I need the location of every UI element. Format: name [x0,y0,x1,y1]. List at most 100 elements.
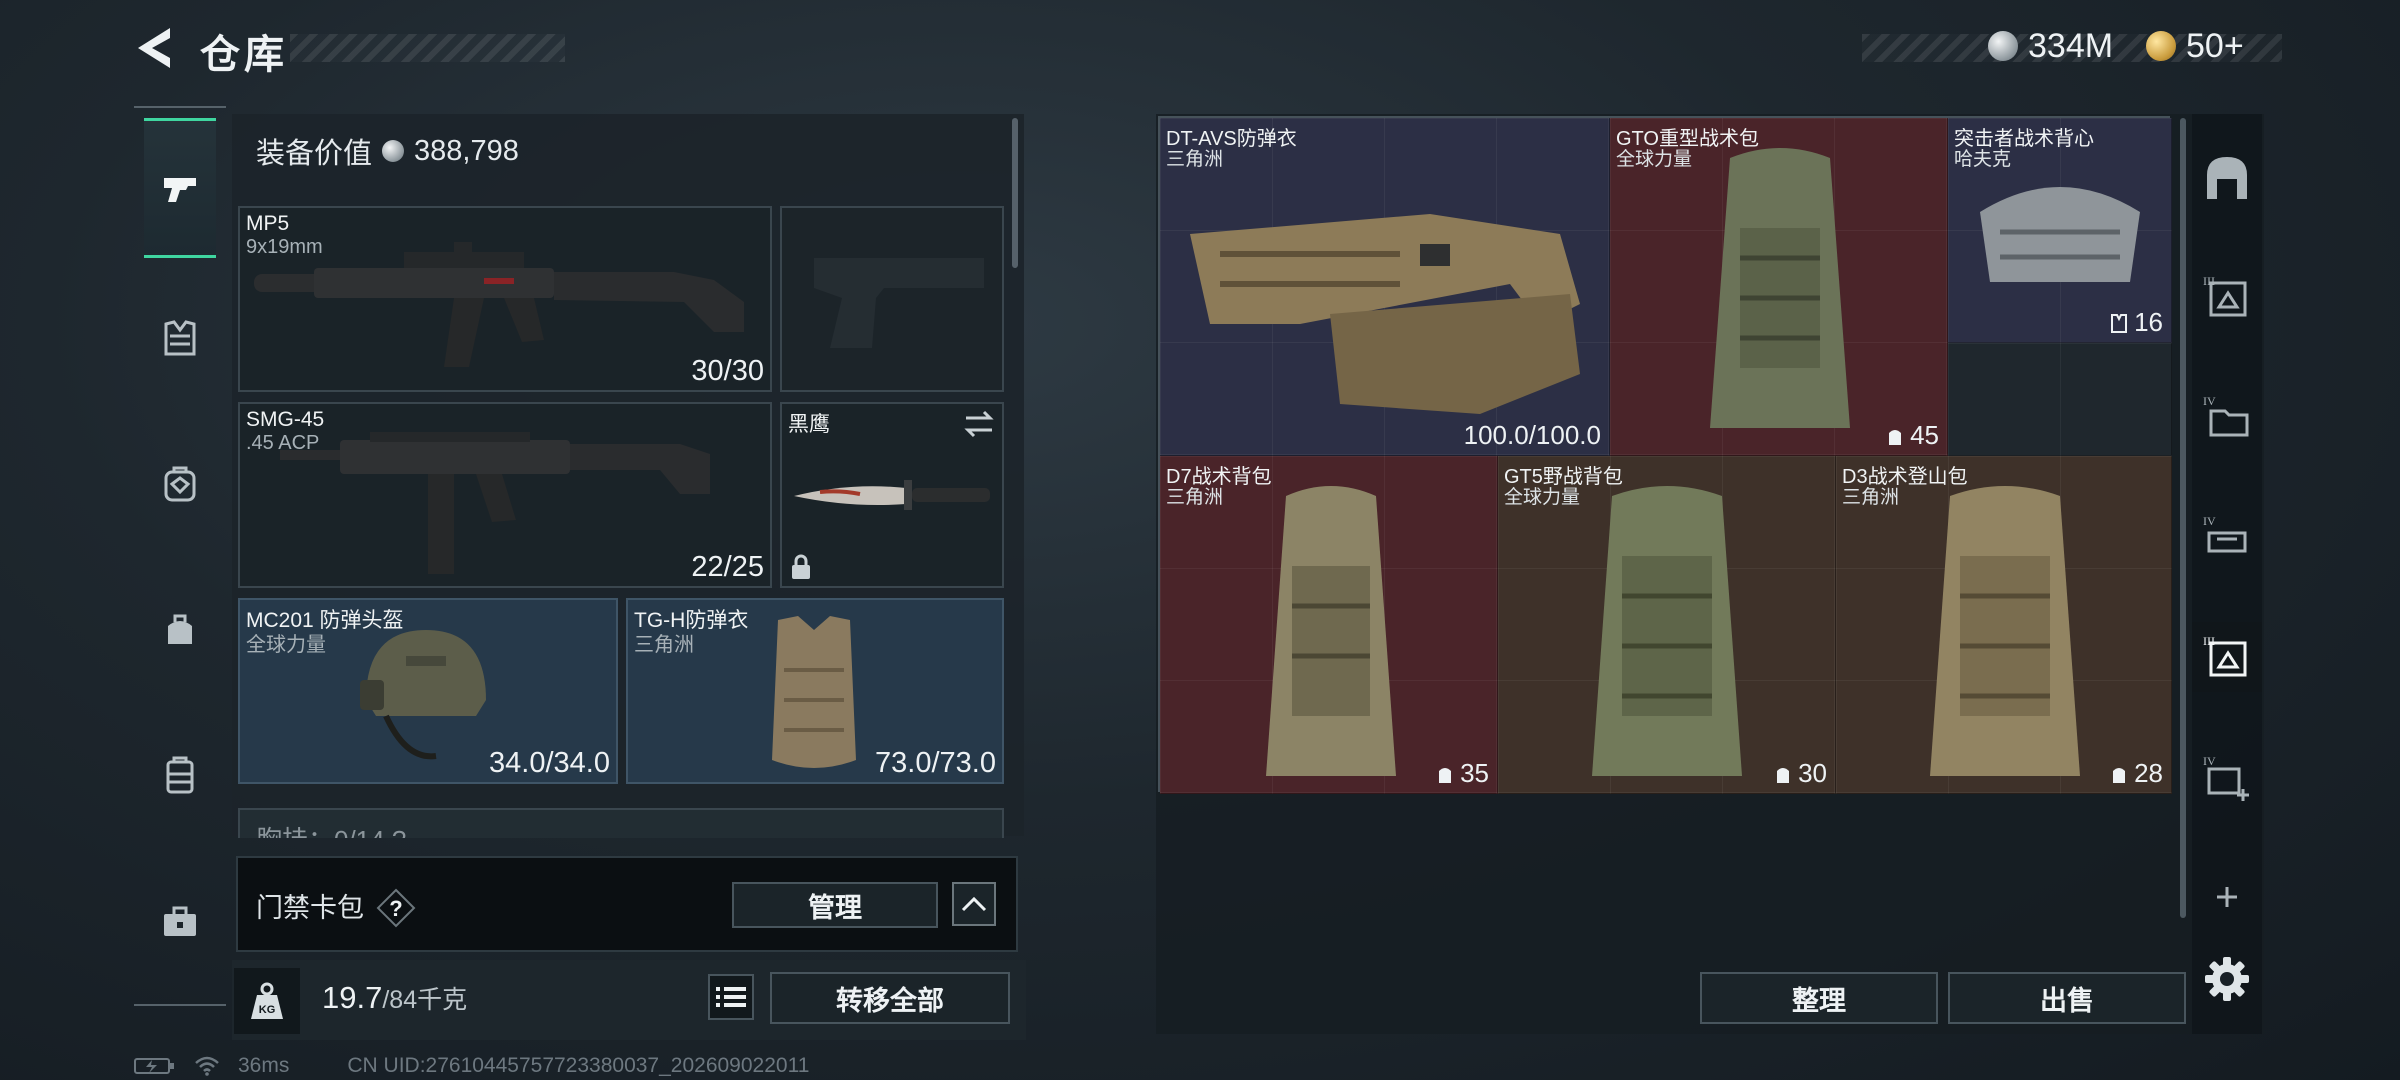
tier-IV-icon: IV [2203,394,2249,437]
backpack-item-icon [1266,486,1396,776]
svg-text:?: ? [389,896,402,921]
stash-empty-cell[interactable] [1948,343,2172,456]
gold-currency[interactable]: 50+ [2146,26,2244,66]
item-brand: 三角洲 [1166,149,1224,170]
nav-bag[interactable] [144,594,216,666]
chevron-up-icon [961,896,987,912]
stash-tab-2[interactable]: IV [2192,382,2262,452]
item-capacity: 30 [1774,758,1827,789]
list-icon [716,987,746,1007]
transfer-all-button[interactable]: 转移全部 [770,972,1010,1024]
stash-item-d3-backpack[interactable]: D3战术登山包 三角洲 28 [1836,456,2172,794]
silver-amount: 334M [2028,26,2114,65]
keycard-wallet-label: 门禁卡包 [256,893,364,923]
secondary-weapon-slot[interactable]: SMG-45 .45 ACP 22/25 [238,402,772,588]
sort-button[interactable]: 整理 [1700,972,1938,1024]
list-view-button[interactable] [708,974,754,1020]
capacity-backpack-icon [1777,767,1790,783]
ping: 36ms [238,1054,290,1077]
stash-tab-all[interactable] [2192,142,2262,212]
item-brand: 全球力量 [1616,149,1693,170]
slot-brand: 全球力量 [246,634,326,656]
sell-button[interactable]: 出售 [1948,972,2186,1024]
add-icon [2217,887,2237,907]
backpack-icon [164,466,196,502]
nav-backpack[interactable] [144,448,216,520]
manage-button[interactable]: 管理 [732,882,938,928]
settings-button[interactable] [2192,944,2262,1014]
tier-II-icon [2207,157,2247,199]
body-armor-slot[interactable]: TG-H防弹衣 三角洲 73.0/73.0 [626,598,1004,784]
backpack-item-icon [1710,148,1850,428]
melee-slot[interactable]: 黑鹰 [780,402,1004,588]
nav-weapons[interactable] [144,118,216,258]
svg-text:IV: IV [2203,394,2216,408]
armor-vest-icon [1190,214,1580,414]
stash-tab-3[interactable]: IV [2192,502,2262,572]
tier-III-icon: III [2203,274,2247,317]
item-brand: 全球力量 [1504,487,1581,508]
svg-text:IV: IV [2203,514,2216,528]
item-capacity: 35 [1436,758,1489,789]
durability: 34.0/34.0 [489,747,610,779]
item-brand: 三角洲 [1166,487,1224,508]
knife-icon [794,480,990,510]
equipment-value: 装备价值 388,798 [256,130,519,172]
slot-brand: 三角洲 [634,634,694,656]
weight-max: /84千克 [382,986,468,1014]
collapse-button[interactable] [952,882,996,926]
gold-amount: 50+ [2186,26,2244,65]
helmet-slot[interactable]: MC201 防弹头盔 全球力量 34.0/34.0 [238,598,618,784]
chest-rig-slot[interactable]: 胸挂：0/14 ? [238,808,1004,838]
svg-text:IV: IV [2203,754,2216,768]
pistol-icon [164,178,196,202]
swap-icon[interactable] [962,410,996,438]
svg-text:III: III [2203,634,2215,648]
stash-item-d7-backpack[interactable]: D7战术背包 三角洲 35 [1160,456,1498,794]
silver-coin-icon [382,140,405,162]
loadout-scrollbar[interactable] [1012,118,1018,268]
gold-coin-icon [2146,31,2176,61]
uid-text: CN UID:27610445757723380037_202609022011 [347,1054,810,1077]
item-capacity: 45 [1886,420,1939,451]
nav-toolbox[interactable] [144,886,216,958]
nav-armor[interactable] [144,302,216,374]
silver-currency[interactable]: 334M [1988,26,2113,66]
stash-item-gt5-backpack[interactable]: GT5野战背包 全球力量 30 [1498,456,1836,794]
add-stash-tab-button[interactable] [2192,862,2262,932]
stash-tab-4[interactable]: III [2192,622,2262,692]
help-icon[interactable]: ? [376,888,416,928]
battery-icon [134,1058,174,1074]
stash-item-raider-vest[interactable]: 突击者战术背心 哈夫克 16 [1948,118,2172,343]
capacity-vest-icon [2111,313,2128,333]
pistol-silhouette-icon [814,258,984,348]
tier-IV-b-icon: IV [2203,514,2247,553]
smg45-rifle-icon [280,432,710,574]
capacity-backpack-icon [1439,767,1452,783]
backpack-item-icon [1592,486,1742,776]
durability: 73.0/73.0 [875,747,996,779]
nav-container[interactable] [144,740,216,812]
capacity-backpack-icon [1889,429,1902,445]
item-brand: 三角洲 [1842,487,1900,508]
capacity-backpack-icon [2113,767,2126,783]
stash-item-armor[interactable]: DT-AVS防弹衣 三角洲 100.0/100.0 [1160,118,1610,456]
tier-IV-add-icon: IV [2203,754,2249,801]
stash-item-gto-backpack[interactable]: GTO重型战术包 全球力量 45 [1610,118,1948,456]
stash-grid: DT-AVS防弹衣 三角洲 100.0/100.0 GTO重型战术包 全球力量 … [1158,116,2172,794]
pistol-slot-empty[interactable] [780,206,1004,392]
stash-scrollbar[interactable] [2180,118,2186,918]
page-title: 仓库 [200,33,288,77]
stash-tab-1[interactable]: III [2192,262,2262,332]
back-arrow-icon[interactable] [130,24,174,72]
chest-rig-label: 胸挂：0/14 ? [256,820,406,838]
slot-name: 黑鹰 [788,413,830,436]
svg-text:III: III [2203,274,2215,288]
equip-value-amount: 388,798 [414,134,519,167]
tier-III-b-icon: III [2203,634,2247,677]
carry-weight: 19.7/84千克 [322,980,467,1016]
backpack-item-icon [1930,486,2080,776]
primary-weapon-slot[interactable]: MP5 9x19mm 30/30 [238,206,772,392]
stash-tab-5[interactable]: IV [2192,742,2262,812]
status-bar: 36ms CN UID:27610445757723380037_2026090… [134,1054,809,1078]
